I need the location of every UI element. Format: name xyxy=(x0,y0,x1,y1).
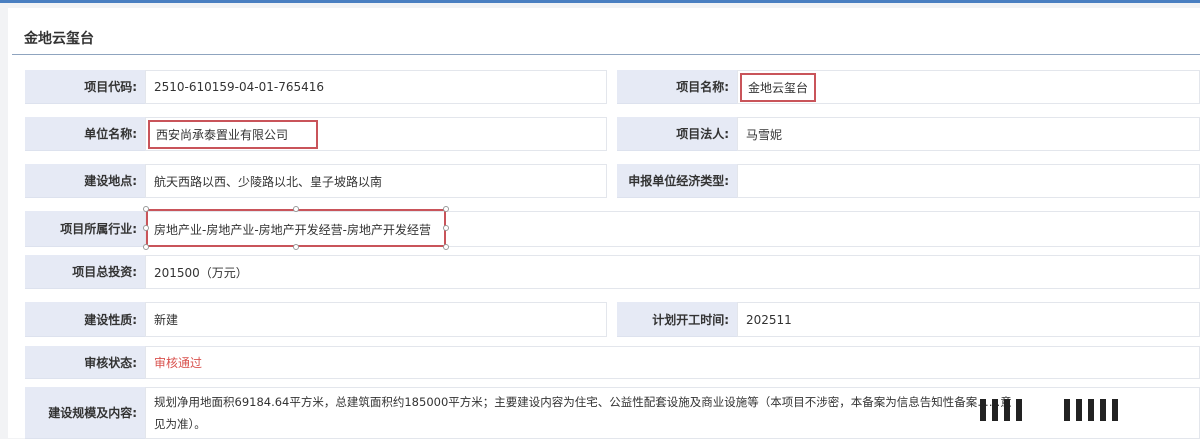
divider xyxy=(12,54,1200,55)
resize-handle xyxy=(443,206,449,212)
selection-highlight xyxy=(146,209,446,247)
resize-handle xyxy=(293,244,299,250)
row-nature: 建设性质: 新建 计划开工时间: 202511 xyxy=(25,302,1200,337)
top-accent-bar xyxy=(0,0,1200,3)
project-name-value: 金地云玺台 xyxy=(740,72,817,102)
field-label: 项目名称: xyxy=(617,70,737,104)
row-code: 项目代码: 2510-610159-04-01-765416 项目名称: 金地云… xyxy=(25,70,1200,104)
field-label: 计划开工时间: xyxy=(617,302,737,337)
watermark xyxy=(980,398,1170,422)
resize-handle xyxy=(143,225,149,231)
field-value: 201500（万元） xyxy=(145,255,1200,289)
resize-handle xyxy=(143,244,149,250)
field-value: 马雪妮 xyxy=(737,117,1200,151)
resize-handle xyxy=(443,244,449,250)
row-unit: 单位名称: 西安尚承泰置业有限公司 项目法人: 马雪妮 xyxy=(25,117,1200,151)
row-location: 建设地点: 航天西路以西、少陵路以北、皇子坡路以南 申报单位经济类型: xyxy=(25,164,1200,198)
field-label: 项目代码: xyxy=(25,70,145,104)
field-value: 202511 xyxy=(737,302,1200,337)
status-value: 审核通过 xyxy=(145,346,1200,379)
field-value: 西安尚承泰置业有限公司 xyxy=(145,117,607,151)
resize-handle xyxy=(143,206,149,212)
field-label: 申报单位经济类型: xyxy=(617,164,737,198)
unit-name-value: 西安尚承泰置业有限公司 xyxy=(148,119,319,149)
project-detail-panel: 金地云玺台 项目代码: 2510-610159-04-01-765416 项目名… xyxy=(8,8,1200,439)
field-label: 项目所属行业: xyxy=(25,211,145,247)
row-investment: 项目总投资: 201500（万元） xyxy=(25,255,1200,289)
page-title: 金地云玺台 xyxy=(24,31,94,47)
field-label: 建设性质: xyxy=(25,302,145,337)
resize-handle xyxy=(293,206,299,212)
row-status: 审核状态: 审核通过 xyxy=(25,346,1200,379)
resize-handle xyxy=(443,225,449,231)
field-label: 审核状态: xyxy=(25,346,145,379)
field-label: 项目法人: xyxy=(617,117,737,151)
field-value xyxy=(737,164,1200,198)
field-label: 建设地点: xyxy=(25,164,145,198)
field-value: 航天西路以西、少陵路以北、皇子坡路以南 xyxy=(145,164,607,198)
field-value: 金地云玺台 xyxy=(737,70,1200,104)
field-value: 2510-610159-04-01-765416 xyxy=(145,70,607,104)
field-label: 项目总投资: xyxy=(25,255,145,289)
field-label: 单位名称: xyxy=(25,117,145,151)
scale-line-1: 规划净用地面积69184.64平方米，总建筑面积约185000平方米；主要建设内… xyxy=(154,395,1012,409)
scale-line-2: 见为准）。 xyxy=(154,417,206,431)
field-value: 新建 xyxy=(145,302,607,337)
field-label: 建设规模及内容: xyxy=(25,387,145,439)
